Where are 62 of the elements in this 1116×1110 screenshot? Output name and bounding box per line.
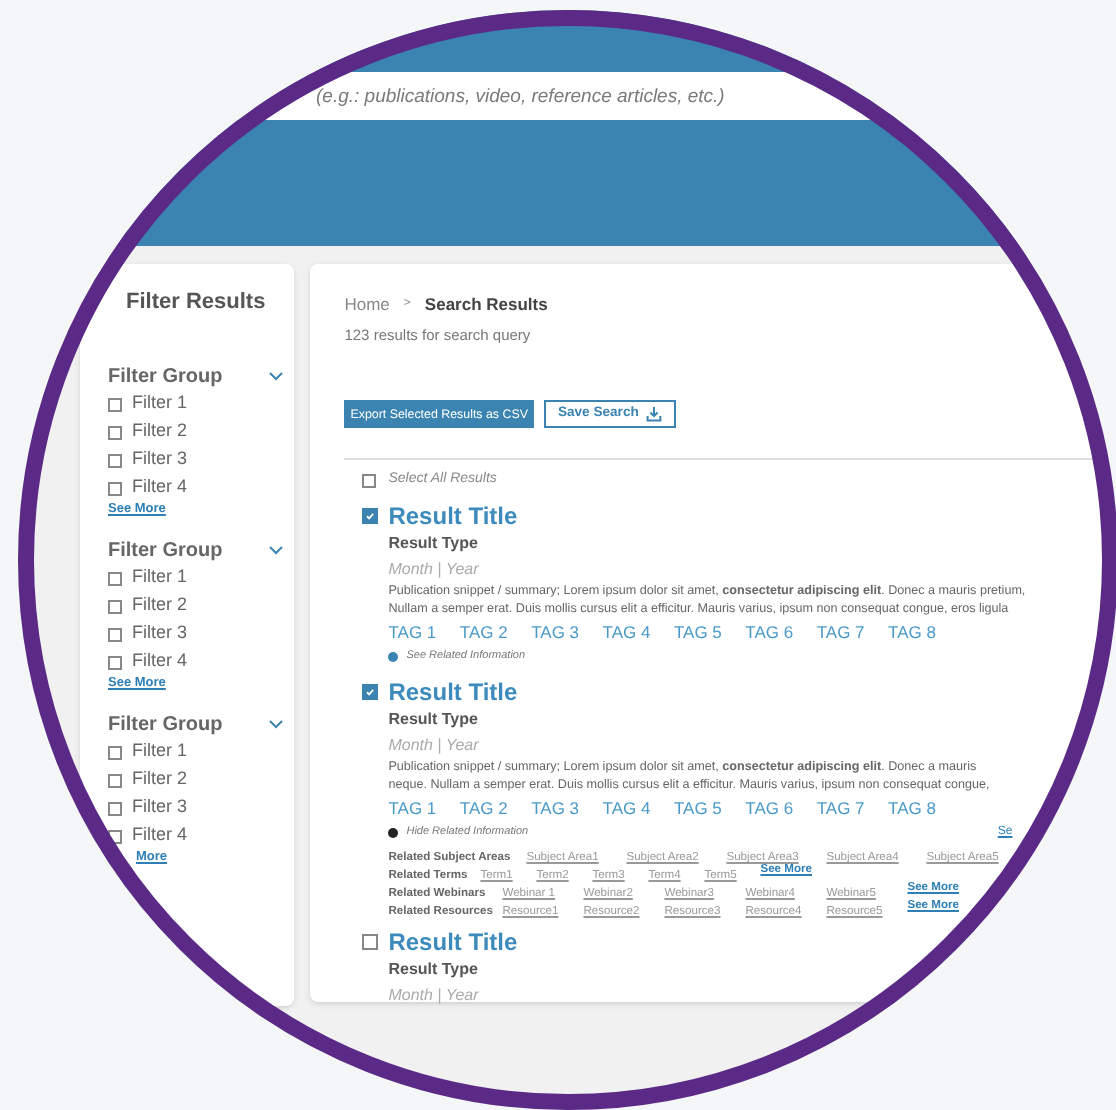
- tag-link[interactable]: TAG 8: [888, 620, 936, 646]
- filter-label: Filter 2: [132, 592, 188, 619]
- checkbox[interactable]: [362, 933, 379, 950]
- checkbox[interactable]: [108, 745, 122, 759]
- tag-link[interactable]: TAG 1: [388, 620, 437, 646]
- filter-label: Filter 3: [132, 446, 188, 473]
- tag-link[interactable]: TAG 2: [459, 796, 508, 822]
- tag-link[interactable]: TAG 7: [816, 796, 865, 822]
- group-title: Filter Group: [108, 363, 223, 391]
- result-date: Month | Year: [388, 734, 479, 758]
- filter-label: Filter 2: [132, 418, 188, 445]
- filter-label: Filter 3: [132, 620, 188, 647]
- tag-link[interactable]: TAG 2: [459, 620, 508, 646]
- checkbox[interactable]: [108, 481, 122, 495]
- breadcrumb-link[interactable]: Search Results: [424, 291, 548, 317]
- chevron-icon[interactable]: [268, 716, 284, 732]
- result-title[interactable]: Result Title: [388, 498, 518, 535]
- group-title: Filter Group: [108, 537, 223, 565]
- tag-link[interactable]: TAG 4: [602, 796, 651, 822]
- checkbox[interactable]: [108, 773, 122, 787]
- filter-label: Filter 4: [132, 474, 188, 501]
- result-title[interactable]: Result Title: [388, 674, 518, 710]
- checkbox[interactable]: [108, 425, 122, 439]
- checkbox[interactable]: [108, 801, 122, 815]
- result-title[interactable]: Result Title: [388, 923, 518, 960]
- filter-label: Filter 4: [132, 648, 188, 675]
- result-type: Result Type: [388, 708, 478, 732]
- tag-link[interactable]: TAG 7: [816, 620, 865, 646]
- tag-link[interactable]: TAG 5: [673, 796, 722, 822]
- checkbox[interactable]: [362, 508, 379, 525]
- filter-label: Filter 2: [132, 766, 188, 793]
- breadcrumb-link[interactable]: Home: [344, 291, 390, 317]
- filter-label: Filter 1: [132, 390, 188, 417]
- chevron-icon[interactable]: [268, 542, 284, 558]
- tag-link[interactable]: TAG 6: [745, 620, 794, 646]
- result-type: Result Type: [388, 532, 478, 557]
- checkbox[interactable]: [108, 571, 122, 585]
- tag-link[interactable]: TAG 6: [745, 796, 794, 822]
- checkbox[interactable]: [362, 684, 379, 700]
- tag-link[interactable]: TAG 5: [673, 620, 722, 646]
- result-date: Month | Year: [388, 983, 479, 1008]
- result-date: Month | Year: [388, 558, 479, 583]
- checkbox[interactable]: [108, 397, 122, 411]
- filter-label: Filter 1: [132, 564, 188, 591]
- checkbox[interactable]: [108, 655, 122, 669]
- download-icon: [646, 406, 663, 423]
- checkbox[interactable]: [108, 599, 122, 613]
- filter-label: Filter 1: [132, 738, 188, 765]
- tag-link[interactable]: TAG 8: [888, 796, 936, 822]
- tag-link[interactable]: TAG 1: [388, 796, 437, 822]
- panel-title: Filter Results: [124, 288, 268, 316]
- tag-link[interactable]: TAG 3: [531, 796, 580, 822]
- result-type: Result Type: [388, 957, 478, 982]
- checkbox[interactable]: [362, 473, 377, 488]
- filter-label: Filter 4: [132, 822, 188, 849]
- checkbox[interactable]: [108, 453, 122, 467]
- tag-link[interactable]: TAG 3: [531, 620, 580, 646]
- filter-label: Filter 3: [132, 794, 188, 821]
- tag-link[interactable]: TAG 4: [602, 620, 651, 646]
- chevron-icon[interactable]: [268, 368, 284, 384]
- checkbox[interactable]: [108, 627, 122, 641]
- group-title: Filter Group: [108, 711, 223, 739]
